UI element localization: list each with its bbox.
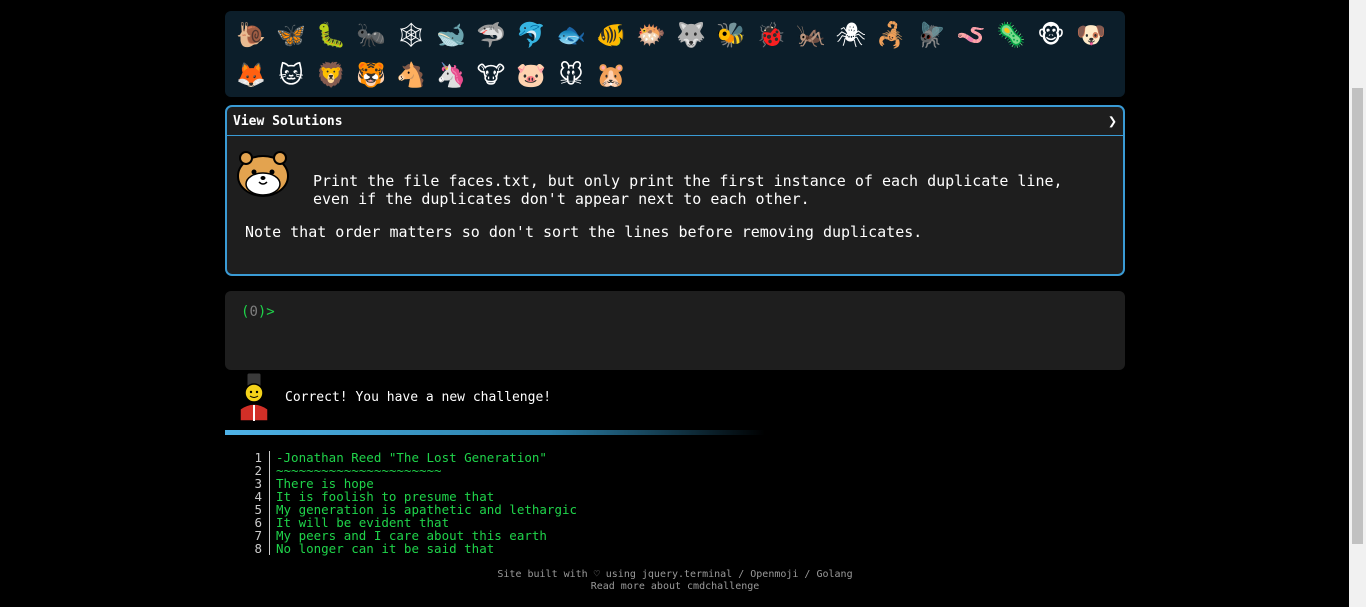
- ant-icon[interactable]: 🐜: [351, 15, 391, 55]
- butterfly-icon[interactable]: 🦋: [271, 15, 311, 55]
- hamster-icon[interactable]: 🐹: [591, 55, 631, 95]
- chevron-right-icon[interactable]: ❯: [1108, 112, 1117, 130]
- status-message: Correct! You have a new challenge!: [225, 373, 1125, 421]
- prompt-count: 0: [249, 304, 258, 320]
- dolphin-icon[interactable]: 🐬: [511, 15, 551, 55]
- terminal[interactable]: (0)>: [225, 291, 1125, 370]
- scorpion-icon[interactable]: 🦂: [871, 15, 911, 55]
- whale-icon[interactable]: 🐋: [431, 15, 471, 55]
- challenge-body: Print the file faces.txt, but only print…: [227, 136, 1123, 251]
- dog-icon[interactable]: 🐶: [1071, 15, 1111, 55]
- monkey-icon[interactable]: 🐵: [1031, 15, 1071, 55]
- horse-icon[interactable]: 🐴: [391, 55, 431, 95]
- caterpillar-icon[interactable]: 🐛: [311, 15, 351, 55]
- footer-credits: Site built with ♡ using jquery.terminal …: [497, 569, 853, 580]
- emoji-panel: 🐌 🦋 🐛 🐜 🕸 🐋 🦈 🐬 🐟 🐠 🐡 🐺 🐝 🐞 🦗 🕷 🦂 🪰 🪱 🦠 🐵 🐶 🦊 🐱 🦁 🐯 🐴 🦄 🐮 🐷 🐭 🐹: [225, 11, 1125, 97]
- output-line: 8 No longer can it be said that: [250, 542, 577, 555]
- challenge-note: Note that order matters so don't sort th…: [245, 223, 923, 241]
- line-text: No longer can it be said that: [276, 541, 495, 556]
- progress-bar: [225, 430, 765, 435]
- footer: Site built with ♡ using jquery.terminal …: [225, 569, 1125, 593]
- footer-read-more-link[interactable]: Read more about cmdchallenge: [225, 581, 1125, 593]
- wolf-icon[interactable]: 🐺: [671, 15, 711, 55]
- tiger-icon[interactable]: 🐯: [351, 55, 391, 95]
- ladybug-icon[interactable]: 🐞: [751, 15, 791, 55]
- lion-icon[interactable]: 🦁: [311, 55, 351, 95]
- hamster-icon: [237, 151, 289, 197]
- cricket-icon[interactable]: 🦗: [791, 15, 831, 55]
- unicorn-icon[interactable]: 🦄: [431, 55, 471, 95]
- spider-web-icon[interactable]: 🕸: [391, 15, 431, 55]
- mouse-icon[interactable]: 🐭: [551, 55, 591, 95]
- guard-icon: [239, 373, 269, 421]
- bee-icon[interactable]: 🐝: [711, 15, 751, 55]
- microbe-icon[interactable]: 🦠: [991, 15, 1031, 55]
- emoji-grid: 🐌 🦋 🐛 🐜 🕸 🐋 🦈 🐬 🐟 🐠 🐡 🐺 🐝 🐞 🦗 🕷 🦂 🪰 🪱 🦠 🐵 🐶 🦊 🐱 🦁 🐯 🐴 🦄 🐮 🐷 🐭 🐹: [231, 15, 1121, 95]
- shark-icon[interactable]: 🦈: [471, 15, 511, 55]
- cow-icon[interactable]: 🐮: [471, 55, 511, 95]
- scrollbar-thumb[interactable]: [1352, 88, 1363, 544]
- prompt-close: )>: [257, 304, 275, 320]
- line-number: 8: [250, 542, 270, 555]
- terminal-prompt: (0)>: [241, 304, 275, 320]
- pig-icon[interactable]: 🐷: [511, 55, 551, 95]
- fish-icon[interactable]: 🐟: [551, 15, 591, 55]
- challenge-card: View Solutions ❯ Print the file faces.tx…: [225, 105, 1125, 276]
- worm-icon[interactable]: 🪱: [951, 15, 991, 55]
- fly-icon[interactable]: 🪰: [911, 15, 951, 55]
- page-scrollbar[interactable]: [1349, 0, 1366, 607]
- challenge-description: Print the file faces.txt, but only print…: [313, 172, 1063, 208]
- output-listing: 1 -Jonathan Reed "The Lost Generation" 2 ~~…: [250, 451, 577, 555]
- blowfish-icon[interactable]: 🐡: [631, 15, 671, 55]
- view-solutions-label: View Solutions: [233, 113, 343, 129]
- tropical-fish-icon[interactable]: 🐠: [591, 15, 631, 55]
- snail-icon[interactable]: 🐌: [231, 15, 271, 55]
- status-message-text: Correct! You have a new challenge!: [285, 389, 552, 405]
- cat-icon[interactable]: 🐱: [271, 55, 311, 95]
- spider-icon[interactable]: 🕷: [831, 15, 871, 55]
- fox-icon[interactable]: 🦊: [231, 55, 271, 95]
- view-solutions-toggle[interactable]: View Solutions ❯: [227, 107, 1123, 136]
